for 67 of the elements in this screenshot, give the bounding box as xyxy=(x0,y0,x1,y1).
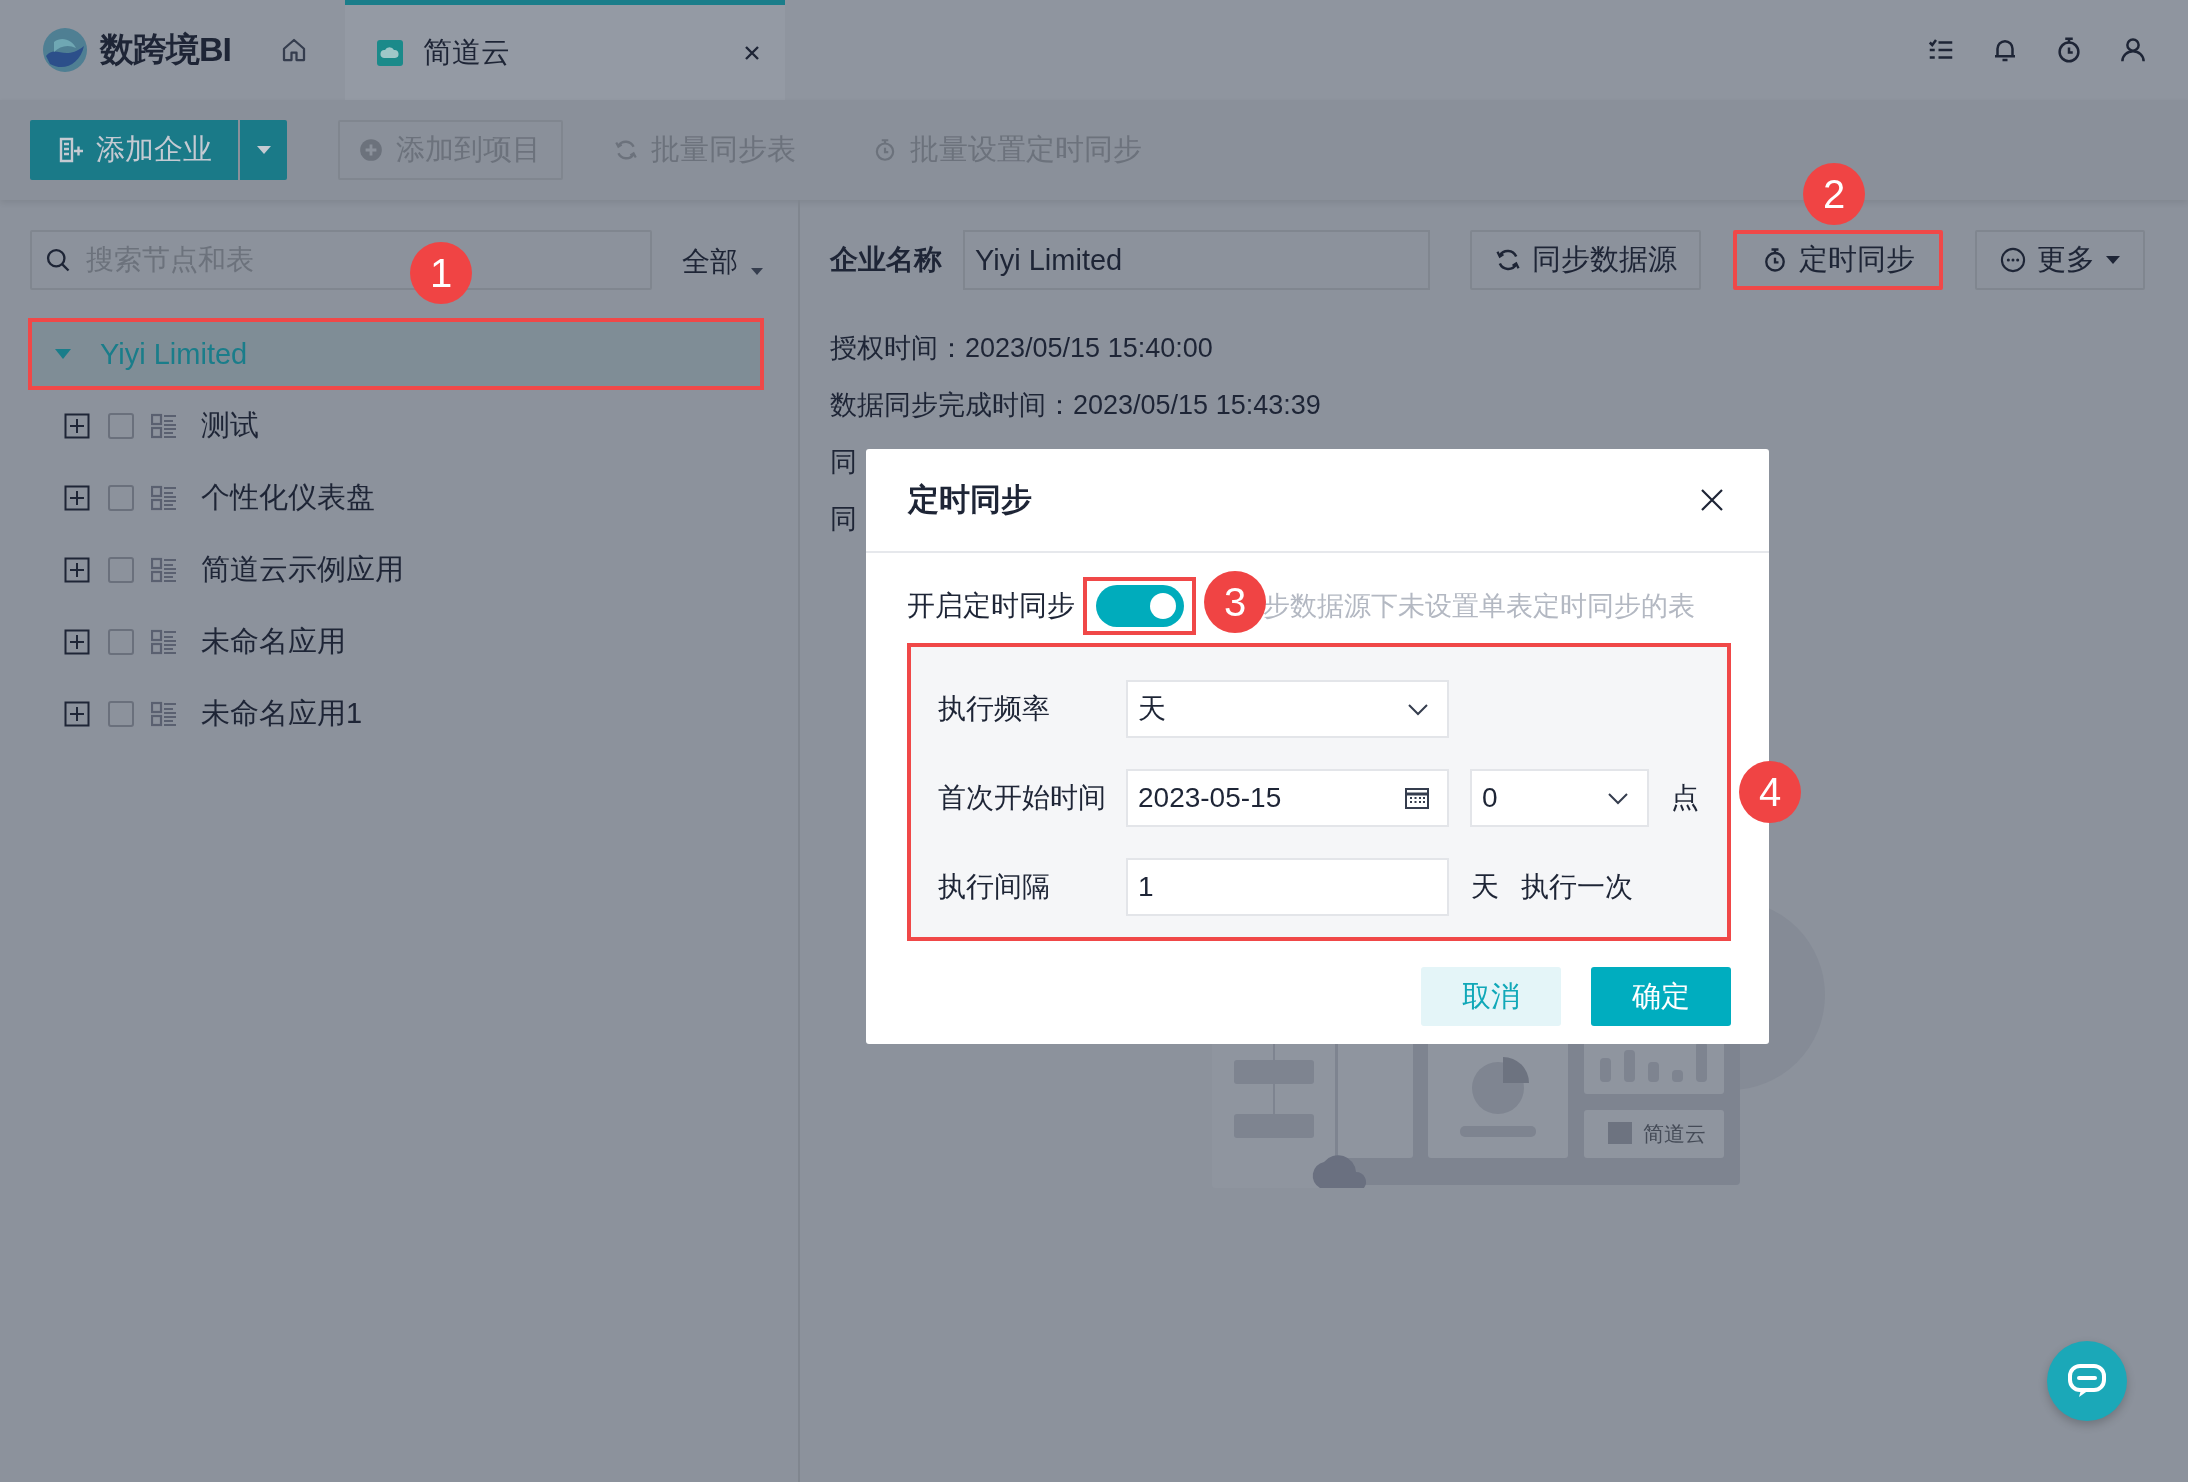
checkbox[interactable] xyxy=(108,413,134,439)
cancel-button[interactable]: 取消 xyxy=(1421,967,1561,1026)
expand-icon[interactable] xyxy=(64,629,90,655)
more-menu-button[interactable]: 更多 xyxy=(1975,230,2145,290)
info-text: 授权时间：2023/05/15 15:40:00 xyxy=(830,332,1213,365)
info-text: 数据同步完成时间：2023/05/15 15:43:39 xyxy=(830,389,1321,422)
add-company-button[interactable]: 添加企业 xyxy=(30,120,238,180)
list-grid-icon xyxy=(151,413,177,439)
hint-text: 步数据源下未设置单表定时同步的表 xyxy=(1263,590,1695,623)
action-button[interactable]: 同步数据源 xyxy=(1470,230,1701,290)
list-grid-icon xyxy=(151,701,177,727)
field-label: 企业名称 xyxy=(830,243,943,277)
toggle-label: 开启定时同步 xyxy=(907,589,1075,623)
info-text: 同 xyxy=(830,503,857,536)
tab-label: 简道云 xyxy=(423,34,511,70)
filter-dropdown[interactable]: 全部 xyxy=(682,239,764,281)
tree-item-label[interactable]: 测试 xyxy=(201,406,259,446)
chat-support-button[interactable] xyxy=(2047,1341,2127,1421)
expand-icon[interactable] xyxy=(64,485,90,511)
confirm-button[interactable]: 确定 xyxy=(1591,967,1731,1026)
logo-icon xyxy=(40,26,90,74)
caret-icon xyxy=(255,145,272,155)
cloud-app-icon xyxy=(377,39,403,66)
app-logo-text: 数跨境BI xyxy=(100,29,231,70)
field-label: 首次开始时间 xyxy=(938,781,1107,815)
date-field[interactable]: 2023-05-15 xyxy=(1126,769,1449,827)
app-tab[interactable]: 简道云 xyxy=(345,0,785,100)
list-grid-icon xyxy=(151,557,177,583)
field-label: 执行间隔 xyxy=(938,870,1051,904)
search-icon xyxy=(44,246,72,274)
calendar-icon xyxy=(1405,787,1429,809)
list-grid-icon xyxy=(151,485,177,511)
expand-icon[interactable] xyxy=(64,413,90,439)
dialog-title: 定时同步 xyxy=(908,481,1032,519)
toggle-switch[interactable] xyxy=(1095,585,1184,627)
expand-icon[interactable] xyxy=(64,557,90,583)
tree-item-label[interactable]: 未命名应用1 xyxy=(201,694,363,734)
dropdown-field[interactable]: 天 xyxy=(1126,680,1449,738)
annotation-number: 4 xyxy=(1739,761,1801,823)
unit-label: 天 xyxy=(1471,870,1499,904)
field-label: 执行频率 xyxy=(938,692,1051,726)
add-circle-icon xyxy=(358,137,384,163)
chevron-down-icon xyxy=(1407,702,1429,716)
expand-icon[interactable] xyxy=(64,701,90,727)
annotation-number: 1 xyxy=(410,242,472,304)
info-text: 同 xyxy=(830,446,857,479)
caret-icon xyxy=(750,266,764,276)
tree-item-label[interactable]: 简道云示例应用 xyxy=(201,550,404,590)
checkbox[interactable] xyxy=(108,485,134,511)
add-document-icon xyxy=(58,136,84,164)
unit-label: 执行一次 xyxy=(1521,870,1633,904)
annotation-number: 2 xyxy=(1803,163,1865,225)
close-icon[interactable] xyxy=(1699,487,1725,513)
tree-item-label[interactable]: 未命名应用 xyxy=(201,622,346,662)
checkbox[interactable] xyxy=(108,701,134,727)
list-grid-icon xyxy=(151,629,177,655)
input-field[interactable]: 1 xyxy=(1126,858,1449,916)
unit-label: 点 xyxy=(1671,781,1699,815)
tree-item-label[interactable]: 个性化仪表盘 xyxy=(201,478,375,518)
caret-icon xyxy=(2105,255,2121,265)
chevron-down-icon xyxy=(1607,791,1629,805)
company-name-field[interactable]: Yiyi Limited xyxy=(963,230,1430,290)
illustration-label: 简道云 xyxy=(1643,1122,1706,1145)
more-icon xyxy=(1999,246,2027,274)
checkbox[interactable] xyxy=(108,629,134,655)
dropdown-field[interactable]: 0 xyxy=(1470,769,1649,827)
checkbox[interactable] xyxy=(108,557,134,583)
